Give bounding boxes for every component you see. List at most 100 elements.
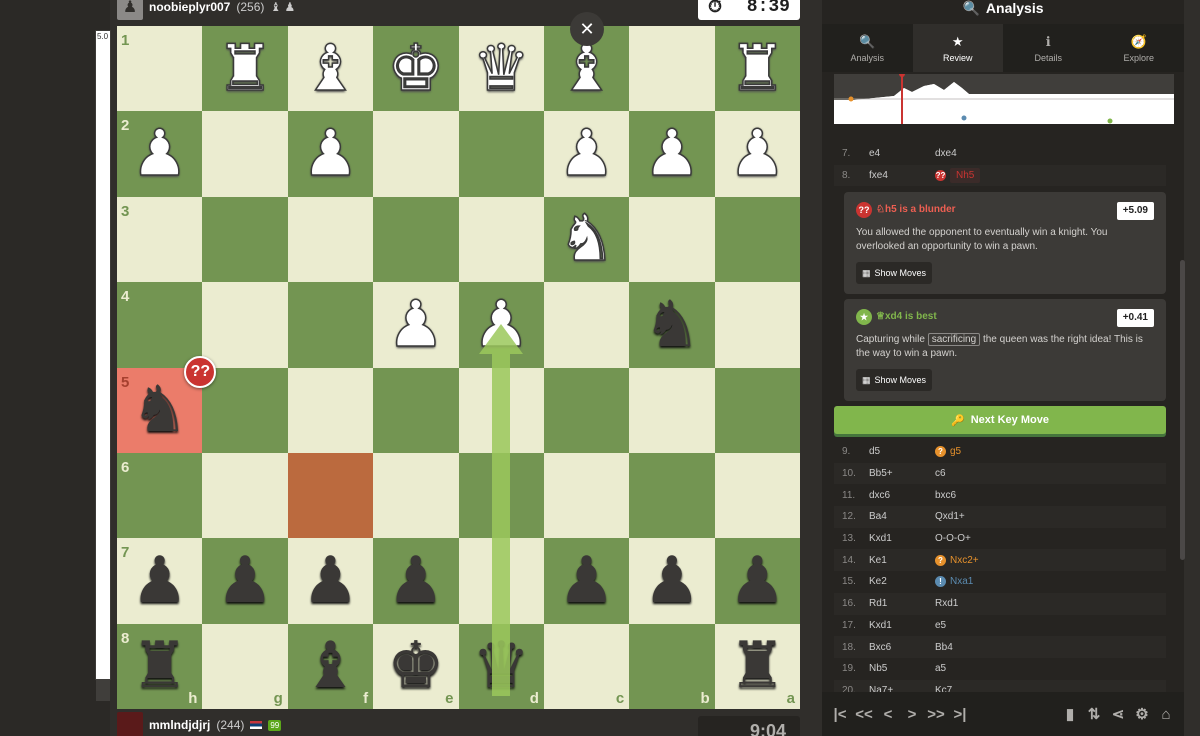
- black-pawn-icon[interactable]: ♟: [729, 549, 786, 613]
- previous-move-icon[interactable]: <: [878, 706, 898, 723]
- board-square[interactable]: ♟: [629, 111, 715, 197]
- white-knight-icon[interactable]: ♞: [557, 207, 616, 273]
- white-rook-icon[interactable]: ♜: [216, 36, 275, 102]
- black-pawn-icon[interactable]: ♟: [643, 549, 700, 613]
- board-square[interactable]: 1: [117, 26, 203, 112]
- white-pawn-icon[interactable]: ♟: [557, 121, 616, 187]
- black-move[interactable]: g5: [950, 446, 961, 457]
- board-square[interactable]: ♟: [373, 282, 459, 368]
- white-move[interactable]: dxc6: [869, 490, 935, 501]
- white-move[interactable]: d5: [869, 446, 935, 457]
- black-pawn-icon[interactable]: ♟: [302, 549, 359, 613]
- white-pawn-icon[interactable]: ♟: [472, 292, 531, 358]
- board-square[interactable]: [373, 452, 459, 539]
- board-square[interactable]: ♟: [714, 538, 800, 624]
- show-moves-button[interactable]: ▦ Show Moves: [856, 369, 933, 391]
- board-square[interactable]: 7 ♟: [117, 538, 203, 624]
- settings-icon[interactable]: ⚙: [1132, 705, 1152, 723]
- white-move[interactable]: Ba4: [869, 511, 935, 522]
- black-move[interactable]: bxc6: [935, 490, 956, 501]
- board-square[interactable]: ♟: [458, 282, 544, 368]
- board-square[interactable]: [202, 111, 288, 197]
- board-square[interactable]: ♟: [202, 538, 288, 624]
- white-move[interactable]: Rd1: [869, 598, 935, 609]
- white-bishop-icon[interactable]: ♝: [557, 36, 616, 102]
- board-square[interactable]: [287, 196, 374, 283]
- next-key-move-button[interactable]: 🔑 Next Key Move: [834, 406, 1166, 434]
- board-square[interactable]: [714, 282, 800, 368]
- black-king-icon[interactable]: ♚: [387, 634, 444, 698]
- board-square[interactable]: c: [543, 623, 630, 709]
- white-pawn-icon[interactable]: ♟: [642, 121, 701, 187]
- board-square[interactable]: [714, 367, 800, 453]
- top-player-name[interactable]: noobieplyr007: [149, 0, 230, 14]
- board-square[interactable]: [714, 196, 800, 283]
- show-moves-button[interactable]: ▦ Show Moves: [856, 262, 933, 284]
- board-square[interactable]: [202, 452, 288, 539]
- black-pawn-icon[interactable]: ♟: [387, 549, 444, 613]
- board-square[interactable]: ♟: [287, 538, 374, 624]
- first-move-icon[interactable]: |<: [830, 706, 850, 723]
- white-pawn-icon[interactable]: ♟: [386, 292, 445, 358]
- black-move[interactable]: a5: [935, 663, 946, 674]
- board-square[interactable]: [202, 282, 288, 368]
- flip-board-icon[interactable]: ⇅: [1084, 705, 1104, 723]
- board-square[interactable]: ♟: [714, 111, 800, 197]
- share-icon[interactable]: ⋖: [1108, 705, 1128, 723]
- chess-board[interactable]: 1 ♜ ♝ ♚ ♛ ♝ ♜ 2 ♟ ♟ ♟ ♟ ♟ 3 ♞ 4 ♟ ♟ ♞ 5 ♞?? 6 7 ♟ ♟ ♟ ♟ ♟ ♟ ♟ 8 h ♜ g f ♝ e ♚…: [117, 26, 800, 709]
- board-square[interactable]: ♟: [543, 538, 630, 624]
- next-key-icon[interactable]: >>: [926, 706, 946, 723]
- white-rook-icon[interactable]: ♜: [728, 36, 787, 102]
- white-move[interactable]: Ke2: [869, 576, 935, 587]
- board-square[interactable]: ♟: [629, 538, 715, 624]
- board-square[interactable]: e ♚: [373, 623, 459, 709]
- board-square[interactable]: a ♜: [714, 623, 800, 709]
- white-move[interactable]: fxe4: [869, 170, 935, 181]
- board-square[interactable]: [458, 111, 544, 197]
- board-square[interactable]: b: [629, 623, 715, 709]
- board-square[interactable]: 6: [117, 452, 203, 539]
- board-square[interactable]: [202, 367, 288, 453]
- black-move[interactable]: Nxc2+: [950, 555, 979, 566]
- board-square[interactable]: ♜: [714, 26, 800, 112]
- board-square[interactable]: [287, 452, 374, 539]
- board-square[interactable]: ♟: [287, 111, 374, 197]
- board-square[interactable]: ♟: [543, 111, 630, 197]
- board-square[interactable]: [543, 367, 630, 453]
- white-move[interactable]: Bb5+: [869, 468, 935, 479]
- white-pawn-icon[interactable]: ♟: [301, 121, 360, 187]
- black-knight-icon[interactable]: ♞: [643, 293, 700, 357]
- glossary-term[interactable]: sacrificing: [927, 333, 981, 346]
- board-square[interactable]: 3: [117, 196, 203, 283]
- board-square[interactable]: [458, 452, 544, 539]
- tab-details[interactable]: ℹ Details: [1003, 24, 1094, 72]
- board-square[interactable]: [629, 26, 715, 112]
- board-square[interactable]: 5 ♞??: [117, 355, 217, 453]
- board-square[interactable]: [458, 367, 544, 453]
- board-square[interactable]: [373, 367, 459, 453]
- black-move[interactable]: Rxd1: [935, 598, 958, 609]
- library-icon[interactable]: ⌂: [1156, 706, 1176, 723]
- black-move[interactable]: c6: [935, 468, 946, 479]
- board-square[interactable]: [629, 452, 715, 539]
- black-move[interactable]: O-O-O+: [935, 533, 971, 544]
- board-square[interactable]: [287, 367, 374, 453]
- white-move[interactable]: Nb5: [869, 663, 935, 674]
- black-move[interactable]: Qxd1+: [935, 511, 965, 522]
- board-square[interactable]: ♞: [543, 196, 630, 283]
- board-square[interactable]: 8 h ♜: [117, 623, 203, 709]
- board-square[interactable]: [543, 452, 630, 539]
- white-bishop-icon[interactable]: ♝: [301, 36, 360, 102]
- board-square[interactable]: [202, 196, 288, 283]
- board-square[interactable]: 4: [117, 282, 203, 368]
- black-move[interactable]: dxe4: [935, 148, 957, 159]
- white-queen-icon[interactable]: ♛: [472, 36, 531, 102]
- board-square[interactable]: ♟: [373, 538, 459, 624]
- white-move[interactable]: Bxc6: [869, 642, 935, 653]
- board-square[interactable]: [458, 196, 544, 283]
- bottom-player-name[interactable]: mmlndjdjrj: [149, 718, 210, 732]
- white-pawn-icon[interactable]: ♟: [728, 121, 787, 187]
- white-pawn-icon[interactable]: ♟: [130, 121, 189, 187]
- board-square[interactable]: [543, 282, 630, 368]
- last-move-icon[interactable]: >|: [950, 706, 970, 723]
